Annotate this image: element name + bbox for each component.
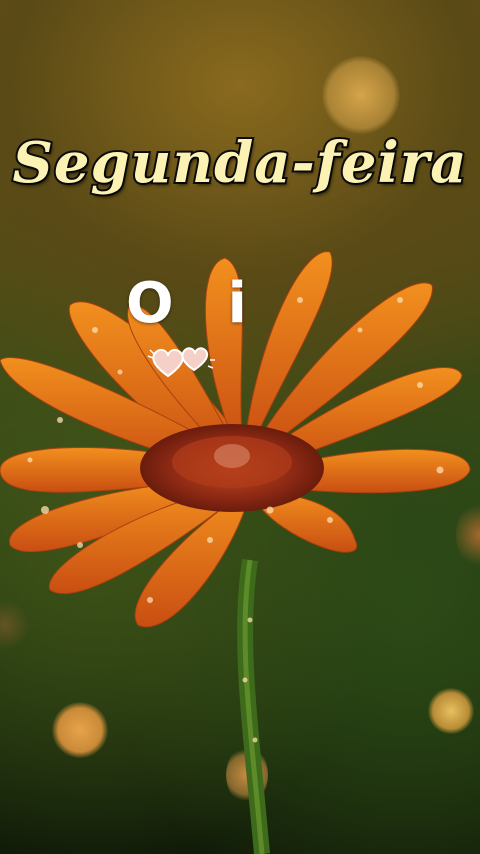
greeting-text: Oi: [126, 276, 276, 386]
greeting-letters: Oi: [126, 271, 301, 336]
photo-scene: Segunda-feira Oi: [0, 0, 480, 854]
weekday-title: Segunda-feira: [10, 128, 468, 198]
orange-daisy-flower: [0, 251, 471, 854]
hearts-doodle-icon: [146, 342, 216, 384]
